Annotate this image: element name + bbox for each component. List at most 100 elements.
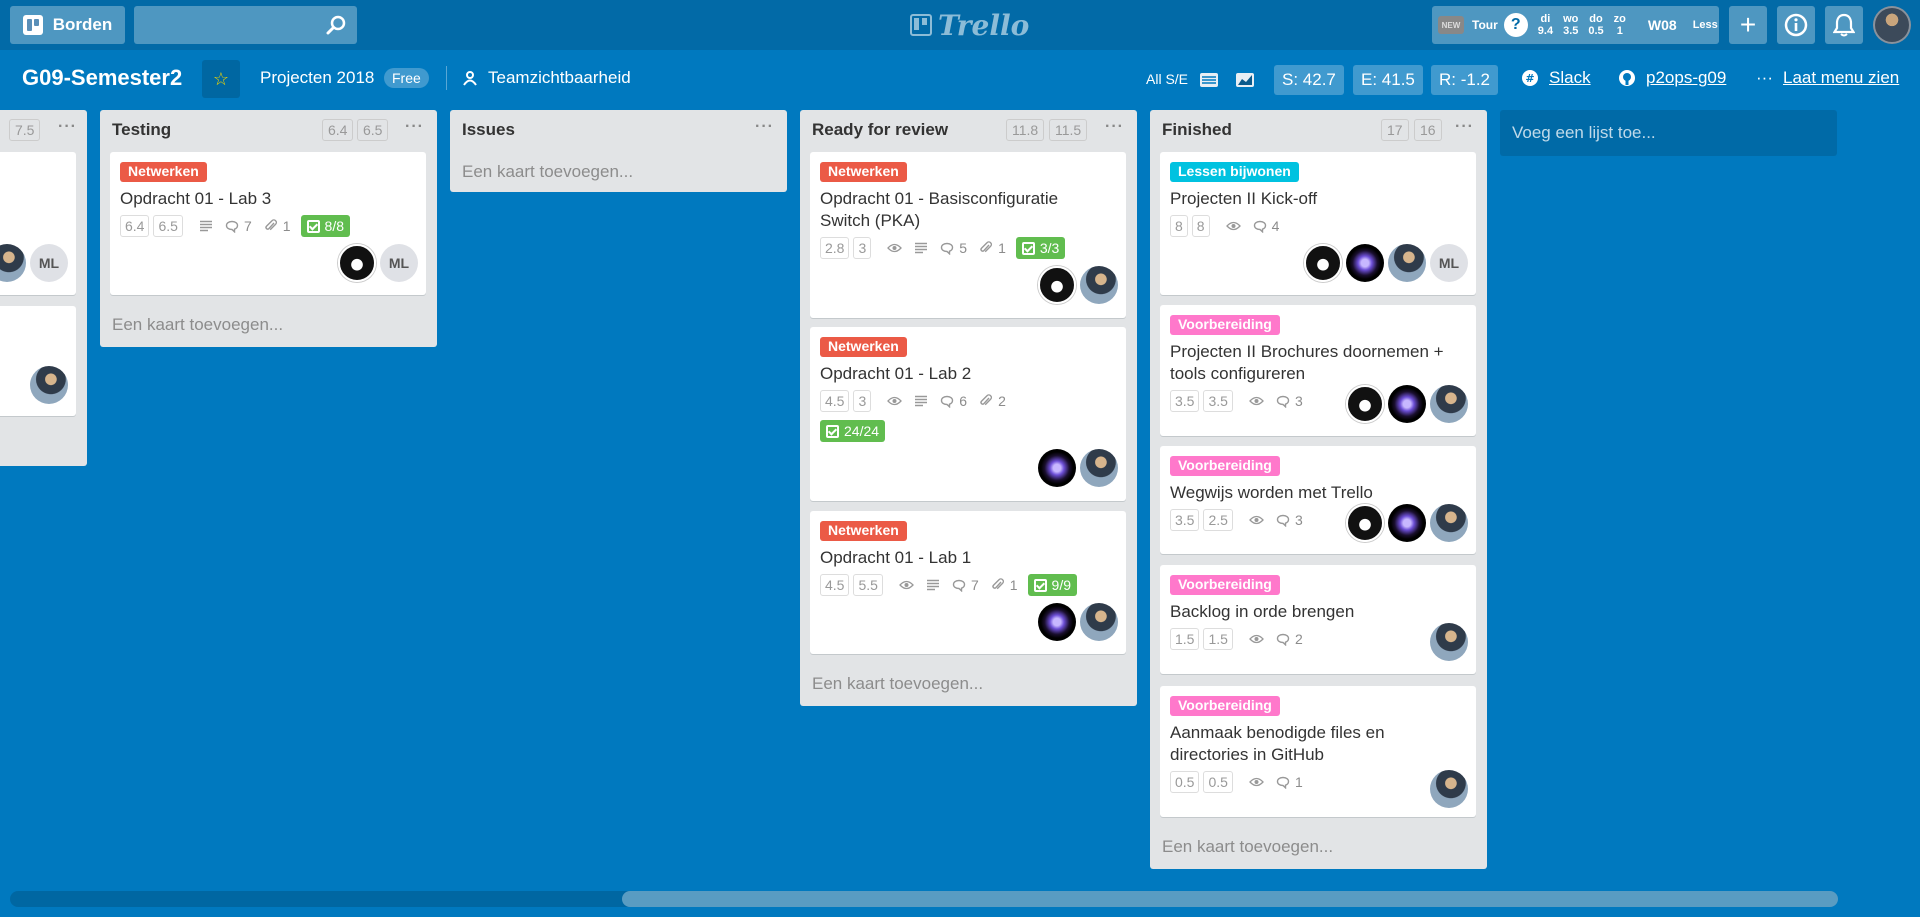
member-avatar[interactable]	[1080, 449, 1118, 487]
card[interactable]	[0, 306, 76, 416]
member-avatar[interactable]	[30, 366, 68, 404]
trello-logo[interactable]: Trello	[910, 8, 1029, 42]
top-header: Borden Trello NEW Tour ? di 9.4 wo 3.5 do 0…	[0, 0, 1920, 50]
member-avatar[interactable]	[1080, 266, 1118, 304]
comment-icon	[1276, 514, 1290, 527]
list-estimate: 11.8	[1006, 119, 1045, 141]
eye-icon	[899, 580, 914, 590]
card-title-line1: Projecten II Brochures doornemen +	[1170, 342, 1444, 361]
metric-s: S: 42.7	[1274, 65, 1344, 95]
github-label: p2ops-g09	[1646, 68, 1727, 87]
card[interactable]: Lessen bijwonen Projecten II Kick-off 8 …	[1160, 152, 1476, 295]
horizontal-scrollbar-thumb[interactable]	[622, 891, 1838, 907]
comments-badge: 4	[1253, 218, 1279, 234]
less-toggle[interactable]: Less	[1693, 19, 1718, 31]
list-title[interactable]: Testing	[112, 120, 171, 140]
github-link[interactable]: p2ops-g09	[1618, 68, 1726, 88]
search-icon[interactable]	[325, 14, 347, 36]
card[interactable]: Voorbereiding Aanmaak benodigde files en…	[1160, 686, 1476, 817]
card[interactable]: Voorbereiding Projecten II Brochures doo…	[1160, 305, 1476, 436]
add-card-link[interactable]: Een kaart toevoegen...	[1162, 837, 1333, 857]
trello-logo-icon	[910, 14, 932, 36]
all-se-toggle[interactable]: All S/E	[1146, 71, 1188, 87]
comments-badge: 2	[1276, 631, 1303, 647]
list-menu-icon[interactable]: ···	[755, 118, 774, 136]
card-badges: 0.5 0.5 1	[1170, 770, 1303, 794]
list-menu-icon[interactable]: ···	[1455, 118, 1474, 136]
member-avatar[interactable]	[1346, 244, 1384, 282]
member-avatar[interactable]	[1430, 504, 1468, 542]
day-zo: zo 1	[1613, 13, 1626, 37]
member-avatar[interactable]	[1346, 385, 1384, 423]
tour-icon[interactable]: ?	[1503, 13, 1528, 37]
team-link[interactable]: Projecten 2018	[260, 68, 374, 88]
member-avatar[interactable]	[1038, 603, 1076, 641]
list-title[interactable]: Issues	[462, 120, 515, 140]
list-menu-icon[interactable]: ···	[58, 118, 77, 136]
card[interactable]: Netwerken Opdracht 01 - Lab 3 6.4 6.5 7 …	[110, 152, 426, 295]
star-icon: ☆	[212, 68, 230, 89]
card[interactable]: Netwerken Opdracht 01 - Lab 1 4.5 5.5 7 …	[810, 511, 1126, 654]
paperclip-icon	[980, 241, 993, 253]
burndown-chart-icon[interactable]	[1235, 70, 1255, 90]
list-estimate: 17	[1381, 119, 1409, 141]
boards-button[interactable]: Borden	[10, 6, 125, 44]
list-menu-icon[interactable]: ···	[405, 118, 424, 136]
star-button[interactable]: ☆	[202, 60, 240, 98]
list-finished: Finished 17 16 ··· Lessen bijwonen Proje…	[1150, 110, 1487, 869]
info-button[interactable]	[1777, 6, 1815, 44]
paperclip-icon	[992, 578, 1004, 590]
member-avatar[interactable]	[338, 244, 376, 282]
visibility-button[interactable]: Teamzichtbaarheid	[462, 68, 631, 88]
tour-label[interactable]: Tour	[1472, 18, 1498, 32]
search-input[interactable]	[134, 6, 357, 44]
show-menu-button[interactable]: ··· Laat menu zien	[1756, 68, 1899, 88]
paperclip-icon	[265, 219, 277, 231]
member-avatar[interactable]	[1038, 266, 1076, 304]
add-card-link[interactable]: Een kaart toevoegen...	[112, 315, 283, 335]
member-avatar[interactable]	[1430, 623, 1468, 661]
add-button[interactable]: +	[1729, 6, 1767, 44]
add-list-button[interactable]: Voeg een lijst toe...	[1500, 110, 1837, 156]
card[interactable]: Netwerken Opdracht 01 - Lab 2 4.5 3 6 2 …	[810, 327, 1126, 501]
member-avatar[interactable]	[1388, 385, 1426, 423]
card[interactable]: Voorbereiding Wegwijs worden met Trello …	[1160, 446, 1476, 554]
list-menu-icon[interactable]: ···	[1105, 118, 1124, 136]
member-avatar[interactable]	[1388, 504, 1426, 542]
list-view-icon[interactable]	[1199, 70, 1219, 90]
notifications-button[interactable]	[1825, 6, 1863, 44]
member-avatar[interactable]	[1304, 244, 1342, 282]
list-title[interactable]: Ready for review	[812, 120, 948, 140]
slack-link[interactable]: # Slack	[1521, 68, 1591, 88]
list-estimate: 6.5	[357, 119, 389, 141]
add-card-link[interactable]: Een kaart toevoegen...	[812, 674, 983, 694]
board-title[interactable]: G09-Semester2	[22, 65, 182, 91]
member-avatar[interactable]	[1038, 449, 1076, 487]
member-avatar-ml[interactable]: ML	[30, 244, 68, 282]
list-estimate: 11.5	[1049, 119, 1088, 141]
comment-icon	[941, 395, 954, 408]
description-badge	[914, 395, 928, 407]
list-title[interactable]: Finished	[1162, 120, 1232, 140]
member-avatar-ml[interactable]: ML	[380, 244, 418, 282]
slack-icon: #	[1522, 70, 1538, 86]
watch-badge	[1249, 396, 1264, 406]
member-avatar[interactable]	[0, 244, 26, 282]
add-card-link[interactable]: Een kaart toevoegen...	[462, 162, 633, 182]
checklist-icon	[306, 219, 320, 233]
watch-badge	[1249, 777, 1264, 787]
card[interactable]: Voorbereiding Backlog in orde brengen 1.…	[1160, 565, 1476, 674]
member-avatar[interactable]	[1388, 244, 1426, 282]
member-avatar[interactable]	[1430, 770, 1468, 808]
user-avatar[interactable]	[1873, 6, 1911, 44]
burndown-widget[interactable]: NEW Tour ? di 9.4 wo 3.5 do 0.5 zo 1 W08 Les…	[1432, 6, 1719, 44]
card-title: Opdracht 01 - Lab 1	[820, 548, 972, 567]
card[interactable]: ML	[0, 152, 76, 295]
estimate-badge: 3	[853, 237, 872, 259]
member-avatar[interactable]	[1080, 603, 1118, 641]
member-avatar[interactable]	[1430, 385, 1468, 423]
card[interactable]: Netwerken Opdracht 01 - Basisconfigurati…	[810, 152, 1126, 318]
member-avatar-ml[interactable]: ML	[1430, 244, 1468, 282]
estimate-badge: 3.5	[1203, 390, 1233, 412]
member-avatar[interactable]	[1346, 504, 1384, 542]
